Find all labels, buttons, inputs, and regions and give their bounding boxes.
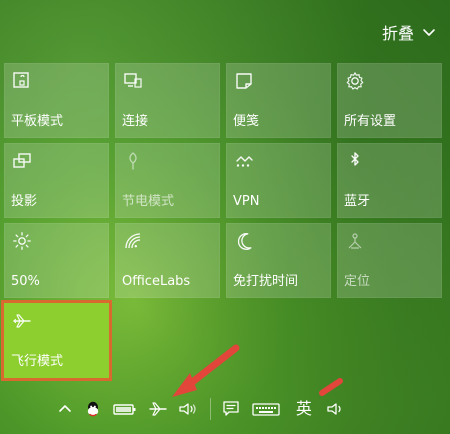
tile-label: 所有设置	[344, 114, 397, 129]
tile-quiet-hours[interactable]: 免打扰时间	[226, 223, 331, 298]
volume-tray-button-secondary[interactable]	[326, 395, 346, 423]
tile-wifi[interactable]: OfficeLabs	[115, 223, 220, 298]
ime-language-button[interactable]: 英	[292, 395, 316, 423]
airplane-icon	[149, 402, 167, 416]
taskbar-tray: 英	[56, 391, 356, 427]
notifications-icon	[223, 401, 239, 416]
project-icon	[13, 153, 31, 168]
tile-label: 便笺	[233, 114, 260, 129]
tile-vpn[interactable]: VPN	[226, 143, 331, 218]
chevron-up-icon	[59, 405, 71, 412]
tile-label: 定位	[344, 274, 371, 289]
tile-location[interactable]: 定位	[337, 223, 442, 298]
tile-label: 连接	[122, 114, 149, 129]
tile-label: 节电模式	[122, 194, 175, 209]
tile-project[interactable]: 投影	[4, 143, 109, 218]
tile-notes[interactable]: 便笺	[226, 63, 331, 138]
tile-label: 50%	[11, 274, 40, 289]
wifi-icon	[125, 233, 141, 249]
note-icon	[236, 73, 252, 89]
battery-tray-button[interactable]	[112, 395, 138, 423]
tile-airplane-mode[interactable]: 飞行模式	[4, 303, 109, 378]
tile-label: OfficeLabs	[122, 274, 191, 289]
tile-all-settings[interactable]: 所有设置	[337, 63, 442, 138]
tile-label: 投影	[11, 194, 38, 209]
quick-actions-grid: 平板模式 连接 便笺 所有设置 投影 节电模式 VPN 蓝牙 50% Offic…	[4, 63, 446, 381]
show-hidden-icons-button[interactable]	[56, 395, 74, 423]
volume-icon	[179, 403, 196, 415]
tablet-mode-icon	[13, 72, 29, 88]
chevron-down-icon	[423, 29, 435, 36]
collapse-label: 折叠	[381, 24, 414, 43]
action-center-button[interactable]	[221, 395, 241, 423]
battery-icon	[113, 404, 136, 415]
tile-battery-saver[interactable]: 节电模式	[115, 143, 220, 218]
tile-connect[interactable]: 连接	[115, 63, 220, 138]
keyboard-icon	[252, 403, 280, 416]
tile-tablet-mode[interactable]: 平板模式	[4, 63, 109, 138]
qq-icon	[88, 401, 99, 417]
connect-icon	[124, 73, 142, 88]
moon-icon	[237, 233, 252, 250]
airplane-tray-button[interactable]	[148, 395, 168, 423]
tile-label: 平板模式	[11, 114, 64, 129]
airplane-icon	[13, 314, 31, 328]
tile-label: 蓝牙	[344, 194, 371, 209]
tray-separator	[209, 398, 211, 420]
collapse-button[interactable]: 折叠	[382, 20, 436, 44]
tile-label: VPN	[233, 194, 260, 209]
location-icon	[348, 233, 362, 249]
tile-label: 免打扰时间	[233, 274, 299, 289]
vpn-icon	[236, 156, 253, 167]
qq-tray-button[interactable]	[84, 395, 102, 423]
volume-tray-button[interactable]	[178, 395, 200, 423]
gear-icon	[346, 72, 364, 90]
touch-keyboard-button[interactable]	[251, 395, 282, 423]
tile-bluetooth[interactable]: 蓝牙	[337, 143, 442, 218]
bluetooth-icon	[351, 152, 359, 166]
volume-icon	[327, 403, 341, 415]
battery-saver-icon	[129, 152, 137, 170]
brightness-icon	[13, 232, 31, 250]
tile-label: 飞行模式	[11, 354, 64, 369]
tile-brightness[interactable]: 50%	[4, 223, 109, 298]
